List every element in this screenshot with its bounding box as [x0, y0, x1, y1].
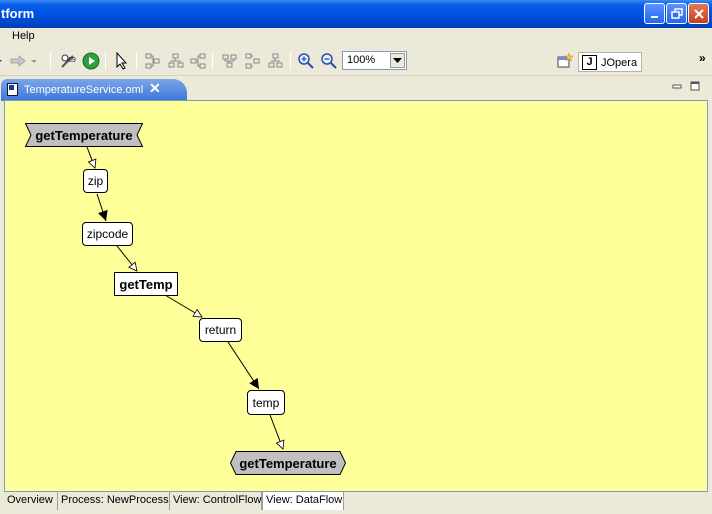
- window-titlebar[interactable]: tform: [0, 0, 712, 28]
- layout-grid-icon[interactable]: [166, 51, 186, 71]
- tab-dataflow[interactable]: View: DataFlow: [262, 492, 344, 510]
- align-middle-icon[interactable]: [243, 51, 263, 71]
- close-icon: [693, 8, 704, 19]
- minimize-view-icon[interactable]: [672, 81, 682, 91]
- toolbar-separator: [212, 52, 213, 70]
- input-parameter-label: getTemperature: [35, 127, 133, 143]
- edge-getTemp-return[interactable]: [164, 294, 203, 318]
- node-return-label: return: [204, 323, 237, 337]
- tab-overview-label: Overview: [7, 494, 53, 506]
- input-parameter-node[interactable]: getTemperature: [25, 123, 143, 147]
- zoom-value: 100%: [347, 54, 376, 66]
- node-temp-label: temp: [252, 395, 280, 410]
- tab-title: TemperatureService.oml: [24, 84, 144, 96]
- editor-area: TemperatureService.oml ✕ getTemperature …: [0, 78, 712, 514]
- layout-branch-icon[interactable]: [188, 51, 208, 71]
- perspective-label: JOpera: [601, 57, 638, 69]
- minimize-icon: [650, 15, 658, 18]
- align-bottom-icon[interactable]: [266, 51, 286, 71]
- zoom-combo[interactable]: 100%: [342, 51, 407, 70]
- output-parameter-label: getTemperature: [239, 455, 337, 471]
- svg-text:69: 69: [68, 57, 76, 64]
- edge-getTemperature-zip[interactable]: [86, 146, 97, 169]
- jopera-logo: J: [582, 55, 597, 70]
- tab-dataflow-label: View: DataFlow: [266, 494, 343, 506]
- restore-icon: [670, 7, 683, 19]
- align-top-icon[interactable]: [220, 51, 240, 71]
- toolbar-separator: [290, 52, 291, 70]
- menu-bar: Help: [0, 28, 712, 46]
- zoom-out-icon[interactable]: [319, 51, 339, 71]
- edge-zipcode-getTemp[interactable]: [116, 245, 138, 272]
- dropdown-arrow-icon[interactable]: [0, 51, 4, 71]
- toolbar-separator: [105, 52, 106, 70]
- window-title: tform: [1, 6, 35, 21]
- node-zip[interactable]: zip: [83, 169, 108, 193]
- node-temp[interactable]: temp: [247, 390, 285, 415]
- edge-temp-getTemperature[interactable]: [269, 414, 285, 450]
- menu-help[interactable]: Help: [12, 30, 35, 42]
- node-getTemp-label: getTemp: [119, 276, 173, 292]
- select-pointer-icon[interactable]: [112, 51, 132, 71]
- forward-dropdown-icon[interactable]: [28, 51, 40, 71]
- edge-zip-zipcode[interactable]: [96, 193, 108, 222]
- node-zip-label: zip: [87, 174, 104, 188]
- open-perspective-icon[interactable]: [555, 51, 575, 71]
- file-icon: [7, 83, 18, 96]
- zoom-in-icon[interactable]: [296, 51, 316, 71]
- toolbar-separator: [50, 52, 51, 70]
- node-zipcode[interactable]: zipcode: [82, 222, 133, 246]
- run-icon[interactable]: [81, 51, 101, 71]
- close-button[interactable]: [688, 3, 709, 24]
- restore-button[interactable]: [666, 3, 687, 24]
- perspective-jopera[interactable]: J JOpera: [578, 52, 642, 72]
- toolbar-separator: [136, 52, 137, 70]
- output-parameter-node[interactable]: getTemperature: [230, 451, 346, 475]
- tab-controlflow[interactable]: View: ControlFlow: [170, 492, 262, 510]
- toolbar-overflow[interactable]: »: [699, 51, 706, 65]
- connections: [86, 146, 285, 450]
- node-getTemp[interactable]: getTemp: [114, 272, 178, 296]
- edge-return-temp[interactable]: [227, 341, 260, 390]
- debug-icon[interactable]: 69: [58, 51, 78, 71]
- tab-temperatureservice[interactable]: TemperatureService.oml ✕: [1, 79, 187, 101]
- editor-tabbar: TemperatureService.oml ✕: [0, 78, 712, 101]
- tab-process-label: Process: NewProcess: [61, 494, 169, 506]
- chevron-down-icon[interactable]: [390, 53, 405, 68]
- forward-arrow-icon[interactable]: [8, 51, 28, 71]
- dataflow-canvas[interactable]: getTemperature zip zipcode getTemp retur…: [4, 100, 708, 492]
- node-return[interactable]: return: [199, 318, 242, 342]
- maximize-view-icon[interactable]: [690, 81, 700, 91]
- minimize-button[interactable]: [644, 3, 665, 24]
- layout-tree-icon[interactable]: [143, 51, 163, 71]
- tab-controlflow-label: View: ControlFlow: [173, 494, 262, 506]
- view-tabs: Overview Process: NewProcess View: Contr…: [4, 492, 708, 510]
- tab-process[interactable]: Process: NewProcess: [58, 492, 170, 510]
- tab-overview[interactable]: Overview: [4, 492, 58, 510]
- tab-close-icon[interactable]: ✕: [149, 80, 161, 97]
- node-zipcode-label: zipcode: [86, 227, 129, 241]
